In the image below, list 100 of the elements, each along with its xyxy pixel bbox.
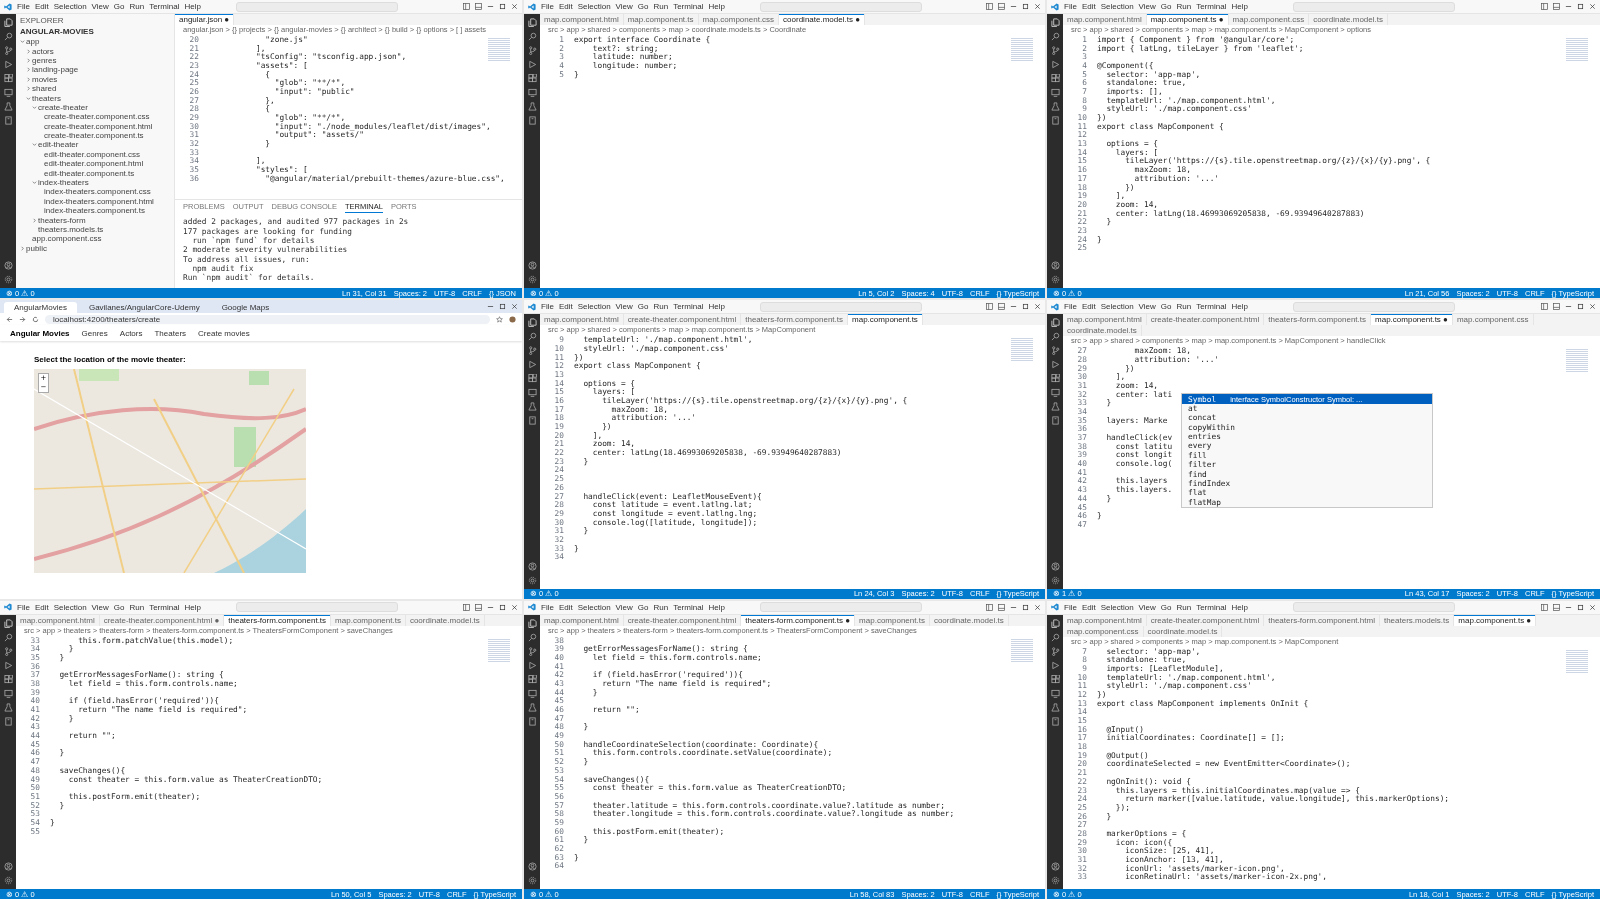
maximize-icon[interactable] xyxy=(1021,303,1029,311)
maximize-icon[interactable] xyxy=(499,303,506,311)
account-icon[interactable] xyxy=(1050,862,1060,871)
menu-item[interactable]: Terminal xyxy=(149,2,180,11)
book-icon[interactable] xyxy=(527,716,537,726)
tree-item[interactable]: actors xyxy=(32,46,54,56)
panel-icon[interactable] xyxy=(1553,303,1560,311)
book-icon[interactable] xyxy=(527,416,537,426)
menu-item[interactable]: Help xyxy=(708,2,725,11)
settings-icon[interactable] xyxy=(3,275,13,285)
menu-item[interactable]: Selection xyxy=(1100,602,1134,612)
layout-icon[interactable] xyxy=(985,303,993,311)
tree-item[interactable]: shared xyxy=(32,84,57,94)
test-icon[interactable] xyxy=(1050,402,1060,412)
extensions-icon[interactable] xyxy=(1050,374,1060,384)
account-icon[interactable] xyxy=(527,862,537,871)
extensions-icon[interactable] xyxy=(527,74,537,83)
tree-item[interactable]: app xyxy=(26,37,40,47)
remote-icon[interactable] xyxy=(1050,88,1060,97)
panel-icon[interactable] xyxy=(997,3,1005,10)
editor-tab[interactable]: map.component.ts xyxy=(848,314,923,326)
star-icon[interactable] xyxy=(496,315,503,323)
editor-tab[interactable]: map.component.ts xyxy=(855,614,930,626)
chevron-icon[interactable] xyxy=(26,95,31,101)
settings-icon[interactable] xyxy=(1050,876,1060,885)
editor-tab[interactable]: map.component.css xyxy=(1063,625,1144,637)
tree-item[interactable]: theaters xyxy=(32,93,61,103)
menu-item[interactable]: Edit xyxy=(1081,602,1096,612)
settings-icon[interactable] xyxy=(1050,275,1060,285)
files-icon[interactable] xyxy=(1050,318,1060,328)
editor-tab[interactable]: map.component.css xyxy=(1452,314,1534,326)
menu-item[interactable]: Selection xyxy=(577,302,611,312)
tree-item[interactable]: movies xyxy=(32,74,58,84)
test-icon[interactable] xyxy=(1050,102,1060,111)
layout-icon[interactable] xyxy=(463,603,470,611)
book-icon[interactable] xyxy=(1050,716,1060,726)
editor-tab[interactable]: map.component.html xyxy=(16,614,100,626)
files-icon[interactable] xyxy=(527,318,537,328)
extensions-icon[interactable] xyxy=(527,374,537,384)
menu-item[interactable]: Edit xyxy=(1081,302,1096,312)
maximize-icon[interactable] xyxy=(499,3,506,10)
menu-item[interactable]: Terminal xyxy=(673,2,704,11)
address-bar[interactable]: localhost:4200/theaters/create xyxy=(45,314,490,324)
tree-item[interactable]: genres xyxy=(32,55,57,65)
menu-item[interactable]: Edit xyxy=(34,602,49,612)
panel-icon[interactable] xyxy=(475,3,482,10)
debug-icon[interactable] xyxy=(527,360,537,370)
chevron-icon[interactable] xyxy=(26,86,31,92)
menu-item[interactable]: View xyxy=(91,2,109,11)
layout-icon[interactable] xyxy=(1541,3,1548,10)
test-icon[interactable] xyxy=(3,702,13,712)
panel-icon[interactable] xyxy=(997,603,1005,611)
settings-icon[interactable] xyxy=(527,575,537,585)
tree-item[interactable]: index-theaters.component.css xyxy=(44,187,151,197)
workspace-header[interactable]: ANGULAR-MOVIES xyxy=(16,26,174,37)
remote-icon[interactable] xyxy=(527,88,537,97)
branch-icon[interactable] xyxy=(1050,46,1060,55)
test-icon[interactable] xyxy=(527,702,537,712)
book-icon[interactable] xyxy=(1050,416,1060,426)
chevron-icon[interactable] xyxy=(32,180,37,186)
menu-item[interactable]: Go xyxy=(637,302,649,312)
search-icon[interactable] xyxy=(527,332,537,342)
debug-icon[interactable] xyxy=(527,60,537,69)
menu-item[interactable]: File xyxy=(1064,302,1077,312)
browser-tab[interactable]: AngularMovies xyxy=(4,302,77,314)
minimize-icon[interactable] xyxy=(1009,3,1017,10)
panel-icon[interactable] xyxy=(475,603,482,611)
remote-icon[interactable] xyxy=(3,688,13,698)
editor-tab[interactable]: theaters-form.component.ts ● xyxy=(741,614,856,626)
chevron-icon[interactable] xyxy=(20,39,25,45)
menu-item[interactable]: Run xyxy=(653,302,669,312)
search-icon[interactable] xyxy=(1050,632,1060,642)
debug-icon[interactable] xyxy=(1050,360,1060,370)
menu-item[interactable]: Help xyxy=(1231,2,1248,11)
test-icon[interactable] xyxy=(1050,702,1060,712)
search-icon[interactable] xyxy=(3,632,13,642)
extensions-icon[interactable] xyxy=(3,674,13,684)
tree-item[interactable]: edit-theater.component.css xyxy=(44,149,141,159)
test-icon[interactable] xyxy=(3,102,13,111)
search-icon[interactable] xyxy=(1050,32,1060,41)
menu-item[interactable]: Run xyxy=(129,2,145,11)
close-icon[interactable] xyxy=(1589,303,1596,311)
menu-item[interactable]: Help xyxy=(708,602,725,612)
book-icon[interactable] xyxy=(1050,116,1060,125)
menu-item[interactable]: Edit xyxy=(1081,2,1096,11)
menu-item[interactable]: Selection xyxy=(1100,302,1134,312)
extensions-icon[interactable] xyxy=(3,74,13,83)
browser-tab[interactable]: Gavilanes/AngularCore-Udemy xyxy=(78,302,210,314)
book-icon[interactable] xyxy=(3,716,13,726)
menu-item[interactable]: Run xyxy=(653,602,669,612)
editor-tab[interactable]: create-theater.component.html xyxy=(1146,614,1265,626)
editor-tab[interactable]: coordinate.model.ts ● xyxy=(779,14,865,25)
maximize-icon[interactable] xyxy=(1021,3,1029,10)
menu-item[interactable]: File xyxy=(541,602,554,612)
maximize-icon[interactable] xyxy=(499,603,506,611)
menu-item[interactable]: Help xyxy=(184,602,201,612)
menu-item[interactable]: Edit xyxy=(558,302,573,312)
panel-icon[interactable] xyxy=(997,303,1005,311)
tree-item[interactable]: edit-theater.component.ts xyxy=(44,168,135,178)
editor-tab[interactable]: map.component.ts ● xyxy=(1454,614,1537,626)
